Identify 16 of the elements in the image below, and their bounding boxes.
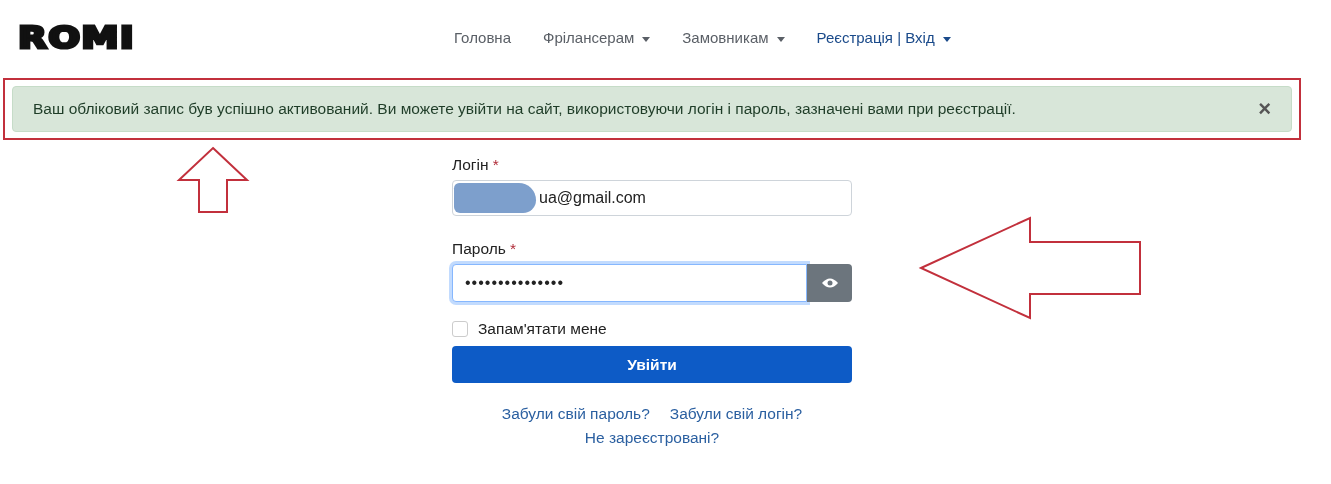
help-link[interactable]: Забули свій пароль? [501,405,650,423]
help-link[interactable]: Забули свій логін? [669,405,803,423]
eye-icon[interactable] [807,264,852,302]
login-button[interactable]: Увійти [452,346,852,383]
help-link[interactable]: Не зареєстровані? [584,429,720,447]
nav-link[interactable]: Головна [438,21,527,54]
alert-message: Ваш обліковий запис був успішно активований. Ви можете увійти на сайт, використовуючи логін і пароль, зазначені вами при реєстрації. [33,100,1016,118]
remember-checkbox[interactable]: Запам'ятати мене [452,320,852,338]
close-button[interactable]: × [1258,98,1271,120]
field-label: Логін * [452,156,500,174]
nav-link[interactable]: Замовникам [666,21,801,54]
password-field[interactable]: ••••••••••••••• [452,264,807,302]
nav-link[interactable]: Реєстрація | Вхід [800,21,967,54]
field-label: Пароль * [452,240,518,258]
logo[interactable]: ROMI [18,20,393,55]
nav-link[interactable]: Фрілансерам [527,21,667,54]
